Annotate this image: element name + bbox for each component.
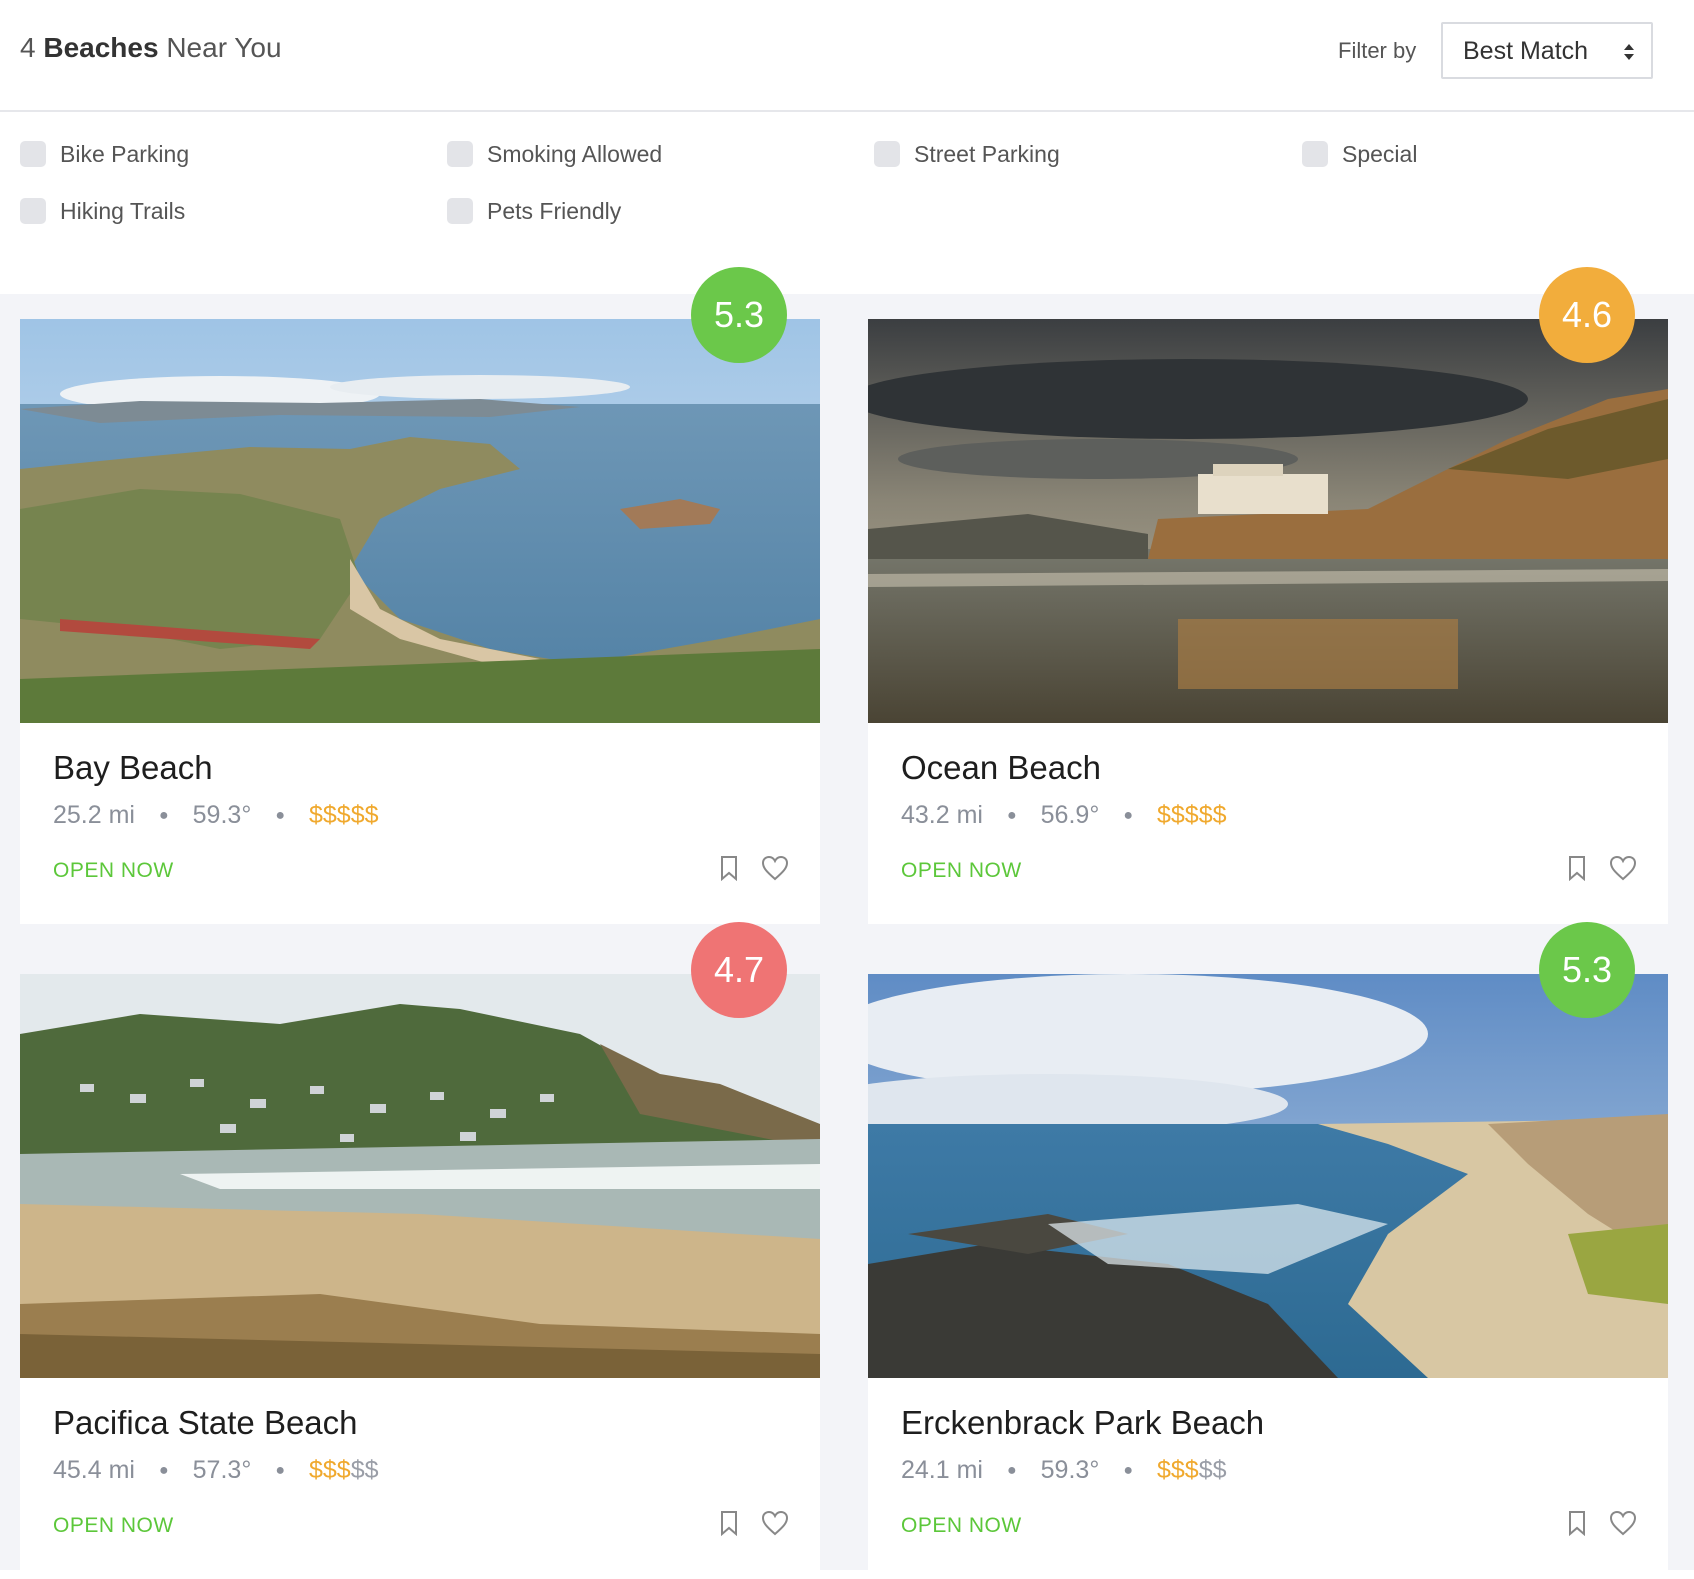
beach-card[interactable]: 4.6 Ocean Beach 43.2 mi ● 56.9° ● $$$$$ OPEN…	[868, 267, 1668, 924]
temperature: 57.3°	[192, 1456, 252, 1484]
results-title: 4 Beaches Near You	[20, 32, 282, 64]
beach-photo[interactable]	[20, 974, 820, 1378]
separator-dot: ●	[158, 1462, 169, 1479]
beach-photo[interactable]	[868, 974, 1668, 1378]
sort-select[interactable]: Best Match	[1441, 22, 1653, 79]
beach-photo[interactable]	[20, 319, 820, 723]
separator-dot: ●	[1006, 1462, 1017, 1479]
bookmark-icon[interactable]	[720, 1510, 738, 1536]
bookmark-icon[interactable]	[1568, 1510, 1586, 1536]
beach-meta: 24.1 mi ● 59.3° ● $$$$$	[901, 1456, 1227, 1485]
checkbox[interactable]	[20, 141, 46, 167]
amenity-filters: Bike Parking Smoking Allowed Street Park…	[0, 112, 1694, 294]
beach-name[interactable]: Pacifica State Beach	[53, 1404, 358, 1442]
distance: 45.4 mi	[53, 1456, 135, 1484]
price-level-inactive: $$	[350, 1456, 379, 1484]
beach-meta: 25.2 mi ● 59.3° ● $$$$$	[53, 801, 379, 830]
checkbox[interactable]	[1302, 141, 1328, 167]
results-title-bold: Beaches	[43, 32, 159, 63]
rating-badge: 5.3	[1539, 922, 1635, 1018]
separator-dot: ●	[275, 807, 285, 824]
results-count: 4	[20, 32, 36, 63]
beach-name[interactable]: Bay Beach	[53, 749, 213, 787]
checkbox[interactable]	[447, 141, 473, 167]
filter-by-label: Filter by	[1338, 38, 1417, 63]
price-level-active: $$$	[308, 1456, 351, 1484]
filter-label: Street Parking	[914, 140, 1060, 167]
filter-special[interactable]: Special	[1302, 137, 1417, 171]
open-status: OPEN NOW	[901, 1514, 1022, 1537]
beach-photo[interactable]	[868, 319, 1668, 723]
separator-dot: ●	[275, 1462, 285, 1479]
price-level-active: $$$$$	[308, 801, 379, 829]
temperature: 56.9°	[1040, 801, 1100, 829]
beach-name[interactable]: Ocean Beach	[901, 749, 1101, 787]
beach-card[interactable]: 4.7 Pacifica State Beach 45.4 mi ● 57.3° ● $…	[20, 922, 820, 1579]
distance: 24.1 mi	[901, 1456, 983, 1484]
checkbox[interactable]	[20, 198, 46, 224]
temperature: 59.3°	[192, 801, 252, 829]
checkbox[interactable]	[874, 141, 900, 167]
filter-label: Bike Parking	[60, 140, 190, 167]
filter-pets-friendly[interactable]: Pets Friendly	[447, 194, 621, 228]
filter-street-parking[interactable]: Street Parking	[874, 137, 1060, 171]
separator-dot: ●	[1006, 807, 1017, 824]
heart-icon[interactable]	[1609, 855, 1637, 881]
results-grid: 5.3 Bay Beach 25.2 mi ● 59.3° ● $$$$$ OPEN N…	[0, 267, 1694, 1579]
distance: 43.2 mi	[901, 801, 983, 829]
sort-select-value: Best Match	[1463, 37, 1589, 65]
filter-label: Hiking Trails	[60, 197, 186, 224]
price-level-inactive: $$	[1198, 1456, 1227, 1484]
beach-card[interactable]: 5.3 Bay Beach 25.2 mi ● 59.3° ● $$$$$ OPEN N…	[20, 267, 820, 924]
heart-icon[interactable]	[1609, 1510, 1637, 1536]
filter-hiking-trails[interactable]: Hiking Trails	[20, 194, 185, 228]
checkbox[interactable]	[447, 198, 473, 224]
sort-arrows-icon	[1624, 44, 1634, 60]
open-status: OPEN NOW	[901, 859, 1022, 882]
price-level-active: $$$	[1156, 1456, 1199, 1484]
separator-dot: ●	[1123, 1462, 1133, 1479]
heart-icon[interactable]	[761, 1510, 789, 1536]
beach-meta: 43.2 mi ● 56.9° ● $$$$$	[901, 801, 1227, 830]
results-title-rest: Near You	[166, 32, 282, 63]
separator-dot: ●	[158, 807, 169, 824]
price-level-active: $$$$$	[1156, 801, 1227, 829]
filter-bike-parking[interactable]: Bike Parking	[20, 137, 189, 171]
beach-meta: 45.4 mi ● 57.3° ● $$$$$	[53, 1456, 379, 1485]
rating-badge: 4.7	[691, 922, 787, 1018]
results-header: 4 Beaches Near You Filter by Best Match	[0, 0, 1694, 112]
beach-card[interactable]: 5.3 Erckenbrack Park Beach 24.1 mi ● 59.3°…	[868, 922, 1668, 1579]
rating-badge: 5.3	[691, 267, 787, 363]
distance: 25.2 mi	[53, 801, 135, 829]
open-status: OPEN NOW	[53, 859, 174, 882]
filter-smoking-allowed[interactable]: Smoking Allowed	[447, 137, 662, 171]
rating-badge: 4.6	[1539, 267, 1635, 363]
filter-label: Smoking Allowed	[487, 140, 663, 167]
beach-name[interactable]: Erckenbrack Park Beach	[901, 1404, 1264, 1442]
heart-icon[interactable]	[761, 855, 789, 881]
filter-label: Pets Friendly	[487, 197, 622, 224]
separator-dot: ●	[1123, 807, 1133, 824]
temperature: 59.3°	[1040, 1456, 1100, 1484]
filter-label: Special	[1342, 140, 1418, 167]
bookmark-icon[interactable]	[1568, 855, 1586, 881]
bookmark-icon[interactable]	[720, 855, 738, 881]
open-status: OPEN NOW	[53, 1514, 174, 1537]
